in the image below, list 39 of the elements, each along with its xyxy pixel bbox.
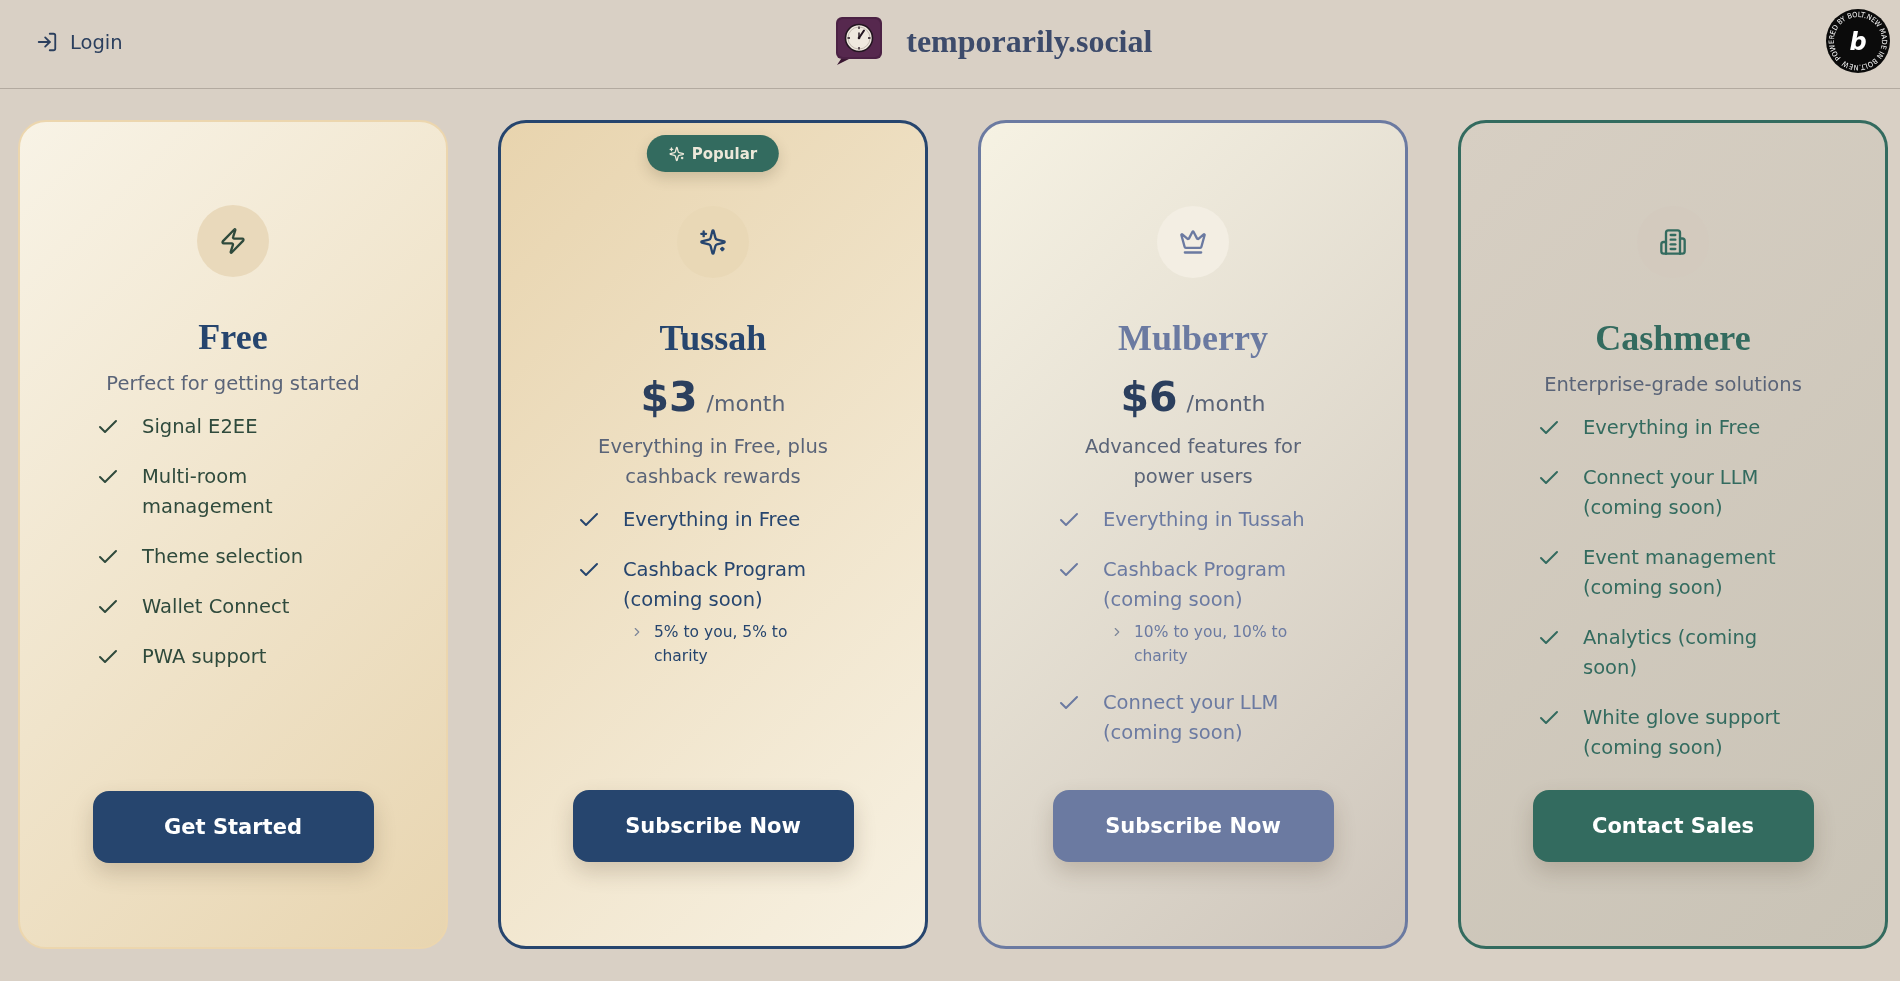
feature-detail: 10% to you, 10% to charity (1134, 622, 1289, 667)
feature-text: Theme selection (142, 544, 304, 570)
feature-text: Signal E2EE (142, 414, 258, 440)
feature-detail: 5% to you, 5% to charity (654, 622, 789, 667)
plan-button[interactable]: Contact Sales (1532, 790, 1814, 862)
plan-price: $3 (640, 372, 698, 422)
feature-text: Event management (coming soon) (1583, 545, 1777, 601)
feature-text: Everything in Tussah (1103, 507, 1305, 533)
feature-text: Cashback Program (coming soon) (623, 557, 807, 613)
plan-price: $6 (1120, 372, 1178, 422)
feature-text: Connect your LLM (coming soon) (1103, 690, 1280, 746)
plan-highlight-label: Popular (691, 144, 758, 163)
feature-text: Multi-room management (142, 464, 274, 520)
plan-button[interactable]: Get Started (92, 791, 374, 863)
plan-description: Perfect for getting started (106, 371, 360, 397)
feature-text: Analytics (coming soon) (1583, 625, 1759, 681)
plan-description: Enterprise-grade solutions (1544, 372, 1802, 398)
plan-name: Tussah (659, 317, 767, 360)
feature-text: Wallet Connect (142, 594, 290, 620)
sparkle-icon (668, 145, 685, 162)
feature-text: Connect your LLM (coming soon) (1583, 465, 1760, 521)
plan-description: Advanced features for power users (1083, 434, 1303, 490)
plan-name: Cashmere (1595, 317, 1751, 360)
clock-logo-icon (834, 16, 885, 66)
plan-description: Everything in Free, plus cashback rewards (597, 434, 829, 490)
plan-name: Free (198, 316, 268, 359)
feature-text: Everything in Free (1583, 415, 1761, 441)
plan-name: Mulberry (1118, 317, 1268, 360)
feature-text: Cashback Program (coming soon) (1103, 557, 1287, 613)
price-period: /month (1186, 391, 1266, 416)
plan-button[interactable]: Subscribe Now (1052, 790, 1334, 862)
plan-button[interactable]: Subscribe Now (572, 790, 854, 862)
price-period: /month (706, 391, 786, 416)
brand-name: temporarily.social (906, 22, 1153, 60)
login-button[interactable]: Login (28, 24, 131, 60)
login-icon (36, 31, 58, 53)
feature-text: Everything in Free (623, 507, 801, 533)
feature-text: White glove support (coming soon) (1583, 705, 1782, 761)
feature-text: PWA support (142, 644, 267, 670)
